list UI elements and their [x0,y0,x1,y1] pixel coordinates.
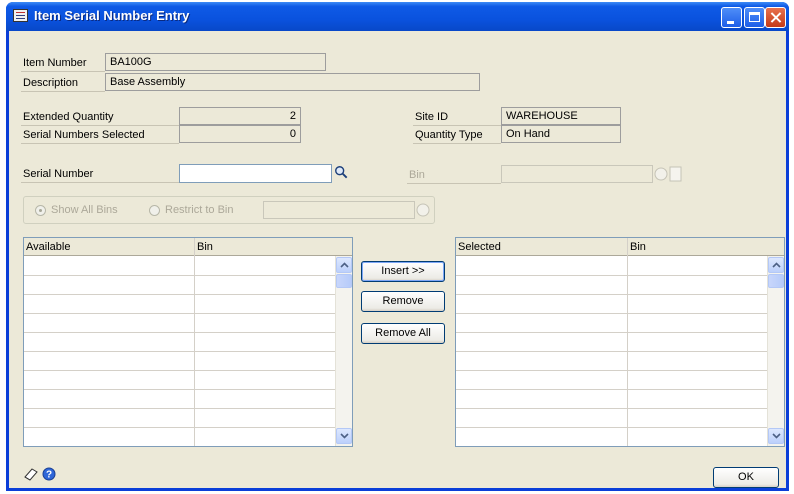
grid-header-selected: Selected [456,238,627,256]
restrict-to-bin-label: Restrict to Bin [165,204,234,216]
label-divider [407,183,501,184]
available-grid[interactable]: Available Bin [23,237,353,447]
window-title: Item Serial Number Entry [34,8,190,23]
available-scrollbar[interactable] [335,256,352,446]
site-id-field: WAREHOUSE [501,107,621,125]
minimize-button[interactable] [721,7,742,28]
grid-header-bin: Bin [194,238,352,256]
grid-row-line [456,275,767,276]
label-divider [21,71,105,72]
scroll-up-icon[interactable] [768,257,784,273]
grid-row-line [456,389,767,390]
bin-label: Bin [409,169,425,181]
svg-text:?: ? [46,470,52,481]
grid-row-line [24,408,335,409]
selected-grid[interactable]: Selected Bin [455,237,785,447]
extended-quantity-label: Extended Quantity [23,111,114,123]
scroll-up-icon[interactable] [336,257,352,273]
grid-header-available: Available [24,238,194,256]
remove-button[interactable]: Remove [361,291,445,312]
scroll-down-icon[interactable] [336,428,352,444]
grid-column-divider [627,238,628,446]
serial-numbers-selected-label: Serial Numbers Selected [23,129,145,141]
site-id-label: Site ID [415,111,449,123]
grid-row-line [24,332,335,333]
title-bar[interactable]: Item Serial Number Entry [6,2,789,31]
quantity-type-field: On Hand [501,125,621,143]
show-all-bins-label: Show All Bins [51,204,118,216]
restrict-bin-field [263,201,415,219]
grid-row-line [456,313,767,314]
restrict-bin-lookup-icon [416,203,430,217]
quantity-type-label: Quantity Type [415,129,483,141]
serial-number-input[interactable] [179,164,332,183]
item-number-label: Item Number [23,57,87,69]
grid-row-line [456,351,767,352]
grid-row-line [24,294,335,295]
description-field: Base Assembly [105,73,480,91]
scroll-thumb[interactable] [768,274,784,288]
label-divider [413,143,501,144]
serial-number-label: Serial Number [23,168,94,180]
grid-row-line [24,275,335,276]
grid-header-bin: Bin [627,238,784,256]
extended-quantity-field: 2 [179,107,301,125]
bin-field [501,165,653,183]
grid-row-line [24,427,335,428]
description-label: Description [23,77,79,89]
grid-row-line [456,408,767,409]
label-divider [21,125,179,126]
show-all-bins-radio [35,205,46,216]
help-icon[interactable]: ? [42,467,56,481]
scroll-down-icon[interactable] [768,428,784,444]
lookup-icon [654,166,682,182]
serial-numbers-selected-field: 0 [179,125,301,143]
grid-column-divider [194,238,195,446]
label-divider [21,91,105,92]
note-icon[interactable] [23,467,39,481]
restrict-to-bin-radio [149,205,160,216]
close-button[interactable] [765,7,786,28]
grid-row-line [456,370,767,371]
dialog-window: Item Serial Number Entry Item Number BA1… [6,2,789,491]
scroll-thumb[interactable] [336,274,352,288]
grid-row-line [24,370,335,371]
grid-row-line [456,294,767,295]
grid-row-line [24,389,335,390]
ok-button[interactable]: OK [713,467,779,488]
grid-row-line [456,332,767,333]
search-icon[interactable] [334,165,348,179]
label-divider [21,182,179,183]
maximize-button[interactable] [744,7,765,28]
selected-scrollbar[interactable] [767,256,784,446]
label-divider [21,143,179,144]
grid-row-line [24,313,335,314]
label-divider [413,125,501,126]
remove-all-button[interactable]: Remove All [361,323,445,344]
dialog-body: Item Number BA100G Description Base Asse… [9,31,786,488]
insert-button[interactable]: Insert >> [361,261,445,282]
grid-row-line [24,351,335,352]
app-icon[interactable] [13,9,28,22]
grid-row-line [456,427,767,428]
item-number-field: BA100G [105,53,326,71]
